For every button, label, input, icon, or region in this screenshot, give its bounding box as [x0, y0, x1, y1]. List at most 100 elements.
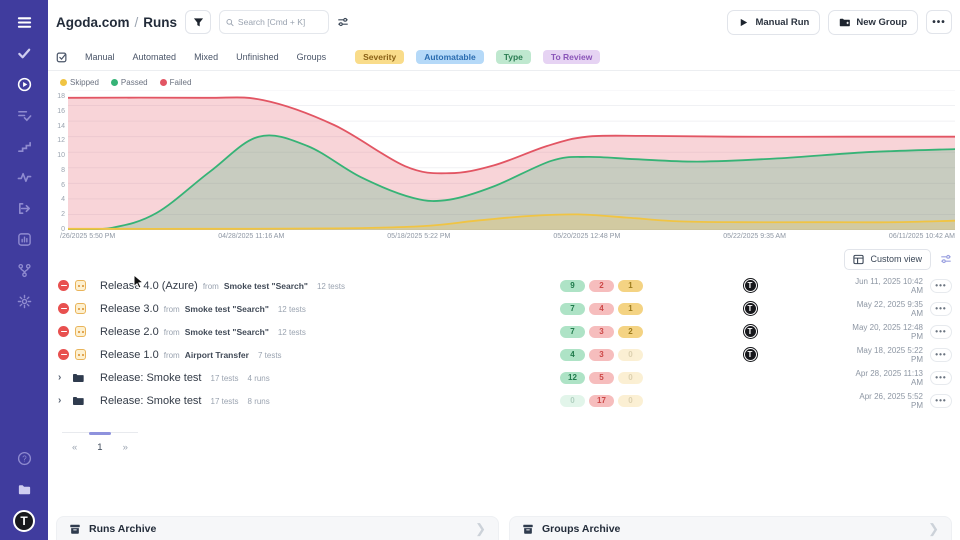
- search-settings-icon[interactable]: [337, 16, 349, 28]
- skipped-count-badge: 0: [618, 372, 643, 384]
- skipped-count-badge: 1: [618, 303, 643, 315]
- row-more-button[interactable]: •••: [930, 279, 952, 293]
- steps-icon[interactable]: [14, 136, 34, 156]
- row-icons: ›: [56, 349, 100, 360]
- chevron-right-icon: ❯: [928, 521, 939, 537]
- menu-icon[interactable]: [14, 12, 34, 32]
- search-box[interactable]: [219, 10, 329, 34]
- list-item[interactable]: › Release 2.0 from Smoke test "Search" 1…: [56, 320, 952, 343]
- help-icon[interactable]: ?: [14, 448, 34, 468]
- expand-chevron-icon[interactable]: ›: [58, 395, 66, 406]
- chip-to-review[interactable]: To Review: [543, 50, 600, 64]
- pagination-prev[interactable]: «: [72, 442, 77, 453]
- new-group-button[interactable]: New Group: [828, 10, 918, 35]
- row-more-button[interactable]: •••: [930, 371, 952, 385]
- legend-item-skipped[interactable]: Skipped: [60, 78, 99, 87]
- run-source[interactable]: Smoke test "Search": [185, 327, 269, 337]
- passed-count-badge: 7: [560, 303, 585, 315]
- test-list-icon[interactable]: [14, 105, 34, 125]
- y-tick-label: 16: [52, 108, 65, 115]
- filter-button[interactable]: [185, 10, 211, 34]
- archive-box-icon: [69, 523, 81, 535]
- run-tests-count: 17 tests: [211, 397, 239, 406]
- breadcrumb-project[interactable]: Agoda.com: [56, 15, 130, 30]
- legend-item-failed[interactable]: Failed: [160, 78, 192, 87]
- list-item[interactable]: › Release: Smoke test 17 tests 4 runs 12…: [56, 366, 952, 389]
- expand-chevron-icon[interactable]: ›: [58, 372, 66, 383]
- automated-run-icon: [75, 326, 86, 337]
- runs-archive-card[interactable]: Runs Archive ❯: [56, 516, 499, 540]
- pulse-icon[interactable]: [14, 167, 34, 187]
- failed-count-badge: 4: [589, 303, 614, 315]
- list-item[interactable]: › Release: Smoke test 17 tests 8 runs 01…: [56, 389, 952, 412]
- check-icon[interactable]: [14, 43, 34, 63]
- run-source[interactable]: Airport Transfer: [185, 350, 249, 360]
- runs-list: › Release 4.0 (Azure) from Smoke test "S…: [48, 274, 960, 412]
- branch-icon[interactable]: [14, 260, 34, 280]
- list-item[interactable]: › Release 3.0 from Smoke test "Search" 1…: [56, 297, 952, 320]
- row-more-button[interactable]: •••: [930, 394, 952, 408]
- chip-type[interactable]: Type: [496, 50, 531, 64]
- y-tick-label: 12: [52, 137, 65, 144]
- legend-item-passed[interactable]: Passed: [111, 78, 148, 87]
- automated-run-icon: [75, 349, 86, 360]
- row-title: Release: Smoke test 17 tests 4 runs: [100, 372, 560, 384]
- manual-run-button[interactable]: Manual Run: [727, 10, 820, 35]
- chart-plot[interactable]: [68, 90, 955, 230]
- pagination-next[interactable]: »: [123, 442, 128, 453]
- custom-view-button[interactable]: Custom view: [844, 249, 931, 270]
- tab-unfinished[interactable]: Unfinished: [236, 52, 279, 62]
- header-more-button[interactable]: •••: [926, 10, 952, 34]
- run-date: Jun 11, 2025 10:42 AM: [848, 277, 923, 295]
- list-settings-icon[interactable]: [940, 253, 952, 265]
- passed-count-badge: 12: [560, 372, 585, 384]
- tab-mixed[interactable]: Mixed: [194, 52, 218, 62]
- row-icons: ›: [56, 280, 100, 291]
- failed-count-badge: 3: [589, 326, 614, 338]
- run-date: May 22, 2025 9:35 AM: [848, 300, 923, 318]
- tab-manual[interactable]: Manual: [85, 52, 115, 62]
- result-badges: 1250: [560, 372, 652, 384]
- run-title[interactable]: Release: Smoke test: [100, 372, 202, 384]
- run-title[interactable]: Release: Smoke test: [100, 395, 202, 407]
- run-title[interactable]: Release 1.0: [100, 349, 159, 361]
- search-input[interactable]: [238, 17, 322, 27]
- runs-play-icon[interactable]: [14, 74, 34, 94]
- tab-automated[interactable]: Automated: [133, 52, 177, 62]
- settings-gear-icon[interactable]: [14, 291, 34, 311]
- avatar[interactable]: T: [744, 302, 757, 315]
- analytics-icon[interactable]: [14, 229, 34, 249]
- avatar[interactable]: T: [744, 348, 757, 361]
- skipped-count-badge: 0: [618, 349, 643, 361]
- select-runs-icon[interactable]: [56, 51, 68, 63]
- row-icons: ›: [56, 372, 100, 383]
- chip-automatable[interactable]: Automatable: [416, 50, 483, 64]
- docs-icon[interactable]: [14, 479, 34, 499]
- run-title[interactable]: Release 3.0: [100, 303, 159, 315]
- list-item[interactable]: › Release 1.0 from Airport Transfer 7 te…: [56, 343, 952, 366]
- run-source[interactable]: Smoke test "Search": [185, 304, 269, 314]
- run-source[interactable]: Smoke test "Search": [224, 281, 308, 291]
- search-icon: [226, 18, 234, 27]
- list-item[interactable]: › Release 4.0 (Azure) from Smoke test "S…: [56, 274, 952, 297]
- import-icon[interactable]: [14, 198, 34, 218]
- row-more-button[interactable]: •••: [930, 348, 952, 362]
- row-more-button[interactable]: •••: [930, 302, 952, 316]
- chip-severity[interactable]: Severity: [355, 50, 404, 64]
- app-logo[interactable]: T: [13, 510, 35, 532]
- passed-count-badge: 7: [560, 326, 585, 338]
- run-title[interactable]: Release 2.0: [100, 326, 159, 338]
- tab-groups[interactable]: Groups: [297, 52, 327, 62]
- x-tick-label: 05/22/2025 9:35 AM: [723, 233, 786, 240]
- pagination-page-1[interactable]: 1: [97, 442, 102, 453]
- y-tick-label: 6: [52, 182, 65, 189]
- run-failed-status-icon: [58, 326, 69, 337]
- groups-archive-card[interactable]: Groups Archive ❯: [509, 516, 952, 540]
- row-more-button[interactable]: •••: [930, 325, 952, 339]
- header-actions: Manual Run New Group •••: [727, 10, 952, 35]
- run-tests-count: 12 tests: [278, 305, 306, 314]
- x-tick-label: 05/20/2025 12:48 PM: [553, 233, 620, 240]
- avatar[interactable]: T: [744, 325, 757, 338]
- avatar[interactable]: T: [744, 279, 757, 292]
- run-title[interactable]: Release 4.0 (Azure): [100, 280, 198, 292]
